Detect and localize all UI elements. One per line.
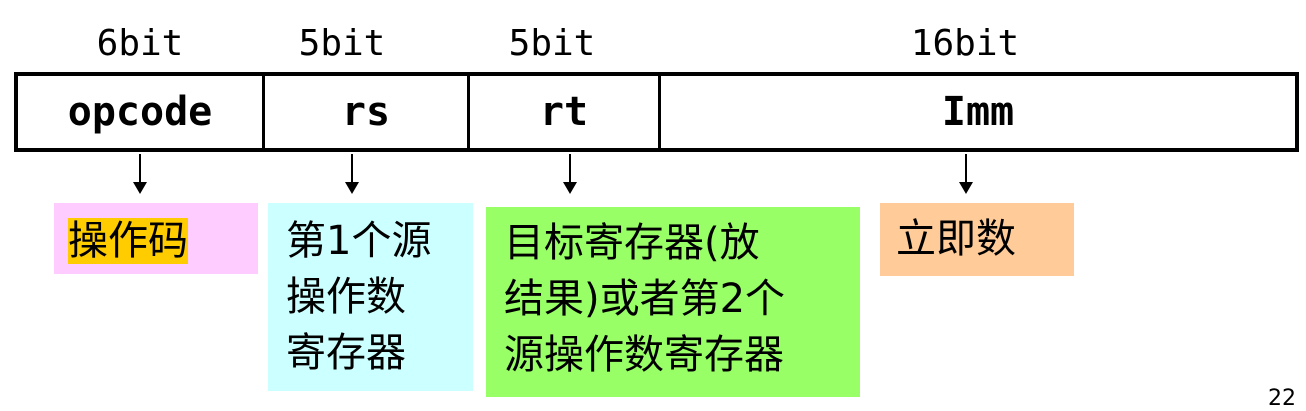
width-label-imm: 16bit bbox=[910, 23, 1020, 64]
desc-rt-line: 目标寄存器(放 bbox=[504, 220, 760, 266]
arrow-down-icon bbox=[344, 154, 360, 196]
arrow-down-icon bbox=[958, 154, 974, 196]
field-opcode: opcode bbox=[67, 89, 213, 135]
desc-box-rt: 目标寄存器(放 结果)或者第2个 源操作数寄存器 bbox=[486, 207, 860, 397]
instruction-format-bar: opcode rs rt Imm bbox=[14, 72, 1299, 152]
field-rt: rt bbox=[467, 76, 658, 148]
desc-box-imm: 立即数 bbox=[880, 203, 1074, 276]
page-number: 22 bbox=[1268, 386, 1296, 411]
width-label-rt: 5bit bbox=[508, 23, 596, 64]
desc-opcode-text: 操作码 bbox=[68, 218, 188, 264]
desc-rs-line: 操作数 bbox=[286, 274, 406, 320]
desc-rt-line: 源操作数寄存器 bbox=[504, 332, 784, 378]
width-label-opcode: 6bit bbox=[96, 23, 184, 64]
desc-rs-line: 寄存器 bbox=[286, 330, 406, 376]
width-label-rs: 5bit bbox=[298, 23, 386, 64]
desc-box-rs: 第1个源 操作数 寄存器 bbox=[268, 203, 473, 391]
desc-rs-line: 第1个源 bbox=[286, 218, 432, 264]
arrow-down-icon bbox=[562, 154, 578, 196]
desc-imm-text: 立即数 bbox=[896, 216, 1016, 262]
field-rs: rs bbox=[262, 76, 467, 148]
arrow-down-icon bbox=[132, 154, 148, 196]
desc-rt-line: 结果)或者第2个 bbox=[504, 276, 786, 322]
desc-box-opcode: 操作码 bbox=[54, 203, 258, 274]
field-imm: Imm bbox=[658, 76, 1295, 148]
